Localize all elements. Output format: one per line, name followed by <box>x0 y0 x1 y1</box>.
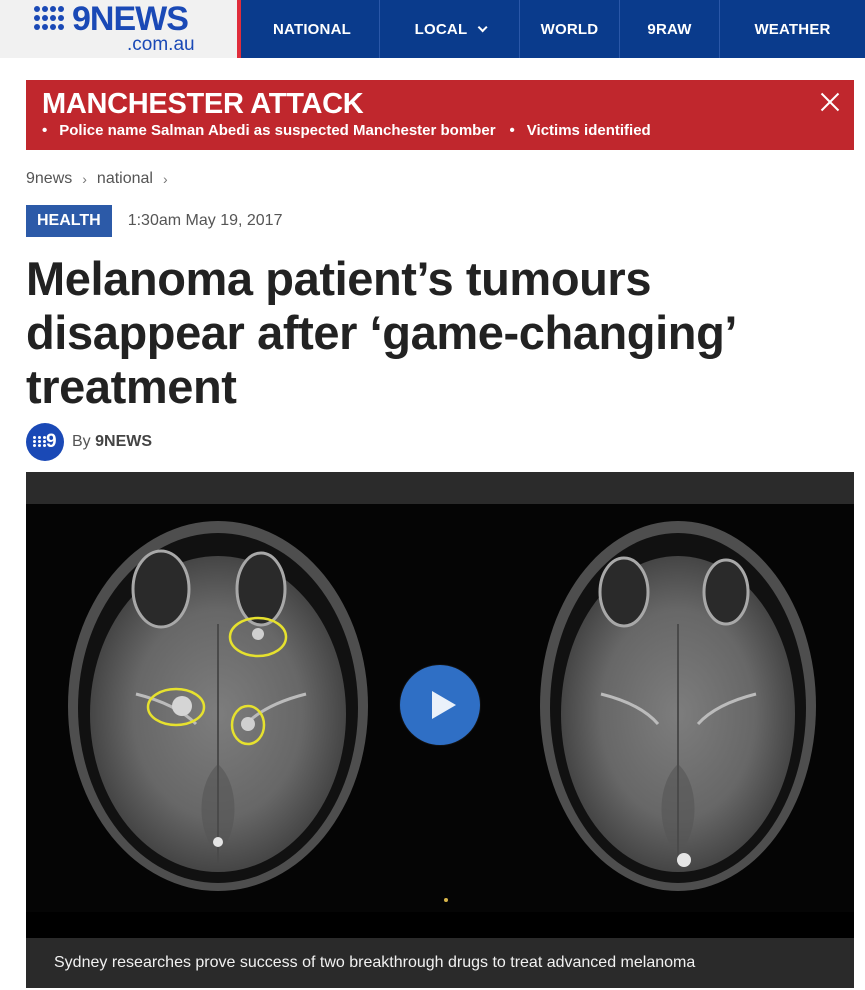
logo-dots-icon <box>33 436 46 448</box>
nav-item-label: 9RAW <box>647 20 692 38</box>
breadcrumb: 9news › national › <box>26 170 178 188</box>
nav-item-label: LOCAL <box>414 20 468 38</box>
avatar-text: 9 <box>46 431 57 452</box>
site-logo[interactable]: 9NEWS .com.au <box>0 0 241 58</box>
byline: 9 By 9NEWS <box>26 423 152 461</box>
bullet: • <box>42 122 48 139</box>
publish-timestamp: 1:30am May 19, 2017 <box>127 212 283 229</box>
video-caption-bar: Sydney researches prove success of two b… <box>26 938 854 988</box>
logo-text: 9NEWS <box>72 0 189 38</box>
nav-item-9raw[interactable]: 9RAW <box>620 0 720 58</box>
nav-item-label: NATIONAL <box>273 20 351 38</box>
article-headline: Melanoma patient’s tumours disappear aft… <box>26 252 735 413</box>
nav-item-world[interactable]: WORLD <box>520 0 620 58</box>
breaking-link-victims[interactable]: Victims identified <box>527 121 651 141</box>
logo-domain: .com.au <box>127 34 195 55</box>
main-nav: NATIONAL LOCAL WORLD 9RAW WEATHER <box>245 0 865 58</box>
byline-text: By 9NEWS <box>72 433 152 451</box>
breaking-links: • Police name Salman Abedi as suspected … <box>42 121 665 141</box>
breadcrumb-home[interactable]: 9news <box>26 170 72 188</box>
nav-item-label: WORLD <box>540 20 599 38</box>
bullet: • <box>509 122 515 139</box>
nav-item-local[interactable]: LOCAL <box>380 0 520 58</box>
nav-item-national[interactable]: NATIONAL <box>245 0 380 58</box>
category-badge[interactable]: HEALTH <box>26 205 112 237</box>
brain-scan-right <box>540 521 816 891</box>
author-avatar[interactable]: 9 <box>26 423 64 461</box>
brain-scan-left <box>68 521 368 891</box>
breaking-news-banner: MANCHESTER ATTACK • Police name Salman A… <box>26 80 854 150</box>
close-icon[interactable] <box>820 92 840 112</box>
nav-item-label: WEATHER <box>754 20 831 38</box>
breadcrumb-section[interactable]: national <box>97 170 153 188</box>
play-icon[interactable] <box>400 665 480 745</box>
video-player[interactable]: Sydney researches prove success of two b… <box>26 472 854 988</box>
chevron-right-icon: › <box>82 171 87 187</box>
nav-item-weather[interactable]: WEATHER <box>720 0 865 58</box>
byline-author[interactable]: 9NEWS <box>95 433 152 450</box>
breaking-link-suspect[interactable]: Police name Salman Abedi as suspected Ma… <box>59 121 495 141</box>
chevron-right-icon: › <box>162 171 168 187</box>
byline-prefix: By <box>72 433 91 450</box>
logo-dots-icon <box>34 6 70 32</box>
chevron-down-icon <box>477 21 488 32</box>
site-header: 9NEWS .com.au NATIONAL LOCAL WORLD 9RAW … <box>0 0 865 58</box>
video-top-bar <box>26 472 854 504</box>
breaking-title[interactable]: MANCHESTER ATTACK <box>42 88 364 120</box>
video-caption: Sydney researches prove success of two b… <box>54 954 696 971</box>
article-meta: HEALTH 1:30am May 19, 2017 <box>26 205 282 237</box>
